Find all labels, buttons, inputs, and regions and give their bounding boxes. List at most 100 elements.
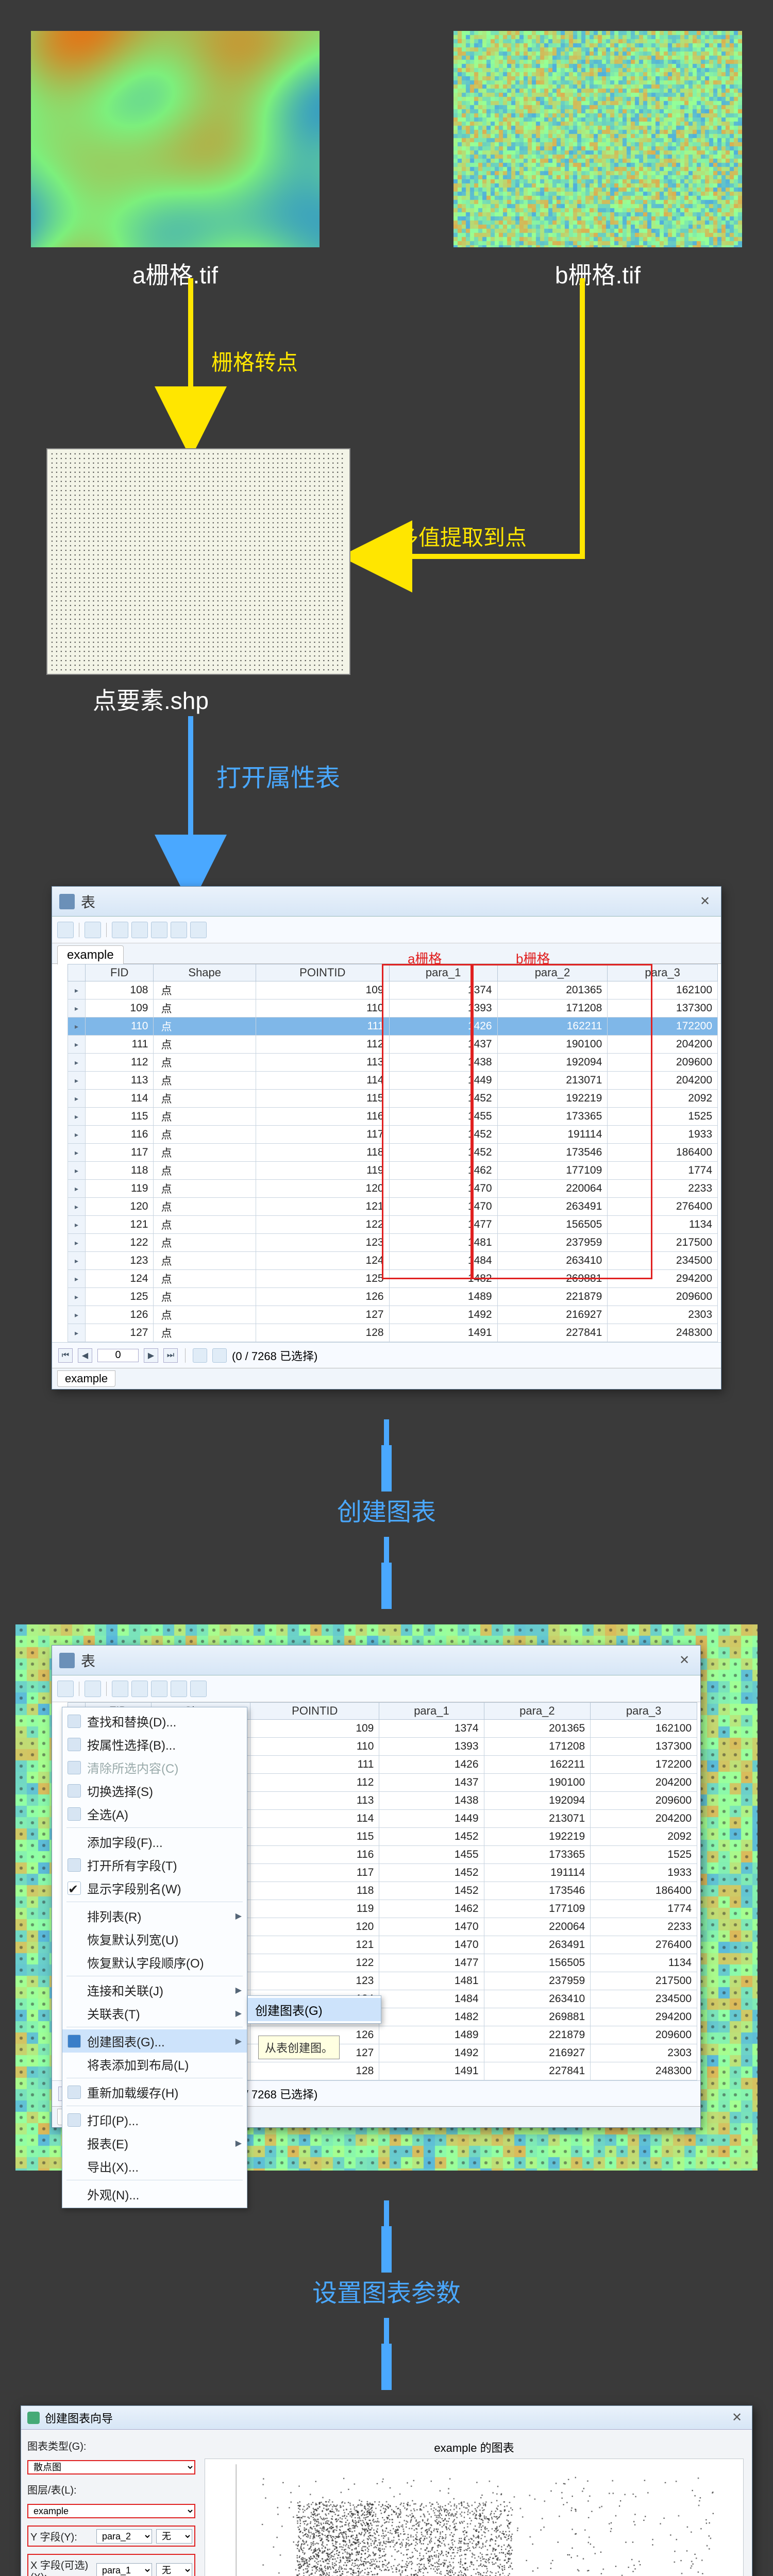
table-row[interactable]: ▸116点11714521911141933 [68,1126,718,1144]
point-grid-image [46,448,350,675]
mi-selall[interactable]: 全选(A) [62,1802,247,1825]
tb-btn-2[interactable] [85,922,101,938]
mi-reload[interactable]: 重新加载缓存(H) [62,2080,247,2104]
window-titlebar[interactable]: 表 ✕ [52,887,721,917]
layer-select[interactable]: example [27,2504,195,2518]
mi-addfield[interactable]: 添加字段(F)... [62,1830,247,1853]
nav-sel-toggle-2[interactable] [212,1348,227,1363]
table-row[interactable]: ▸111点1121437190100204200 [68,1036,718,1054]
table-row[interactable]: ▸122点1231481237959217500 [68,1234,718,1252]
mi-openall[interactable]: 打开所有字段(T) [62,1853,247,1876]
table-row[interactable]: ▸125点1261489221879209600 [68,1288,718,1306]
table-row[interactable]: ▸110点1111426162211172200 [68,1018,718,1036]
graph-type-select[interactable]: 散点图 [27,2460,195,2475]
column-header[interactable]: Shape [154,964,256,981]
table2-toolbar [52,1675,700,1702]
column-header[interactable]: para_3 [608,964,718,981]
column-header[interactable]: POINTID [256,964,389,981]
window2-titlebar[interactable]: 表 ✕ [52,1646,700,1675]
mi-export[interactable]: 导出(X)... [62,2155,247,2178]
table-row[interactable]: ▸124点1251482269881294200 [68,1270,718,1288]
wizard-close-button[interactable]: ✕ [728,2409,746,2427]
mi-resetorder[interactable]: 恢复默认字段顺序(O) [62,1951,247,1974]
tab-example[interactable]: example [57,945,124,964]
mi-alias[interactable]: ✔显示字段别名(W) [62,1876,247,1900]
bottom-tab[interactable]: example [57,1370,115,1387]
mi-resetwidth[interactable]: 恢复默认列宽(U) [62,1927,247,1951]
mi-appear[interactable]: 外观(N)... [62,2182,247,2206]
tb-btn-5[interactable] [151,922,167,938]
select-icon [68,1738,81,1751]
tb2-6[interactable] [171,1681,187,1697]
tooltip-create-chart: 从表创建图。 [258,2036,340,2059]
point-grid-label: 点要素.shp [93,682,773,716]
table-row[interactable]: ▸120点1211470263491276400 [68,1198,718,1216]
column-header[interactable]: para_1 [379,1703,484,1720]
mi-find[interactable]: 查找和替换(D)... [62,1709,247,1733]
nav-sel-toggle-1[interactable] [193,1348,207,1363]
arrow-multi-extract-label: 多值提取到点 [397,520,527,552]
table-row[interactable]: ▸121点12214771565051134 [68,1216,718,1234]
close-button-2[interactable]: ✕ [676,1652,693,1669]
mi-switch[interactable]: 切换选择(S) [62,1779,247,1802]
yfield-select[interactable]: para_2 [96,2529,152,2544]
table-options-button[interactable] [57,922,74,938]
tb-btn-4[interactable] [131,922,148,938]
raster-a-label: a栅格.tif [31,257,320,291]
arrow-raster-to-point-label: 栅格转点 [211,345,298,377]
mi-join[interactable]: 连接和关联(J)▶ [62,1978,247,2002]
yexcl-select[interactable]: 无 [156,2529,192,2544]
nav-first[interactable]: ⏮ [58,1348,73,1363]
table-row[interactable]: ▸119点12014702200642233 [68,1180,718,1198]
find-icon [68,1715,81,1728]
table-row[interactable]: ▸123点1241484263410234500 [68,1252,718,1270]
tb2-2[interactable] [85,1681,101,1697]
mi-chart[interactable]: 创建图表(G)...▶ [62,2029,247,2053]
xfield-select[interactable]: para_1 [96,2563,152,2576]
column-header[interactable]: para_2 [484,1703,591,1720]
tb2-4[interactable] [131,1681,148,1697]
chart-wizard-window: 创建图表向导 ✕ 图表类型(G): 散点图 图层/表(L): example Y… [21,2405,752,2576]
wizard-titlebar[interactable]: 创建图表向导 ✕ [21,2406,752,2430]
table-row[interactable]: ▸112点1131438192094209600 [68,1054,718,1072]
xexcl-select[interactable]: 无 [156,2563,192,2576]
tb-btn-3[interactable] [112,922,128,938]
mi-byattr[interactable]: 按属性选择(B)... [62,1733,247,1756]
tb-btn-7[interactable] [190,922,207,938]
table2-options-button[interactable] [57,1681,74,1697]
attribute-table-window-1: 表 ✕ example a栅格 b栅格 FIDShapePOINTIDpara_… [52,886,721,1389]
nav-row-input[interactable] [97,1349,139,1362]
tb-btn-6[interactable] [171,922,187,938]
table-row[interactable]: ▸117点1181452173546186400 [68,1144,718,1162]
table-row[interactable]: ▸108点1091374201365162100 [68,981,718,999]
mi-sort[interactable]: 排列表(R)▶ [62,1904,247,1927]
nav-last[interactable]: ⏭ [163,1348,178,1363]
mi-clearsel: 清除所选内容(C) [62,1756,247,1779]
column-header[interactable]: para_3 [591,1703,697,1720]
close-button[interactable]: ✕ [696,893,714,910]
tb2-7[interactable] [190,1681,207,1697]
tb2-5[interactable] [151,1681,167,1697]
table-row[interactable]: ▸109点1101393171208137300 [68,999,718,1018]
tb2-3[interactable] [112,1681,128,1697]
column-header[interactable]: para_1 [389,964,497,981]
table-row[interactable]: ▸118点11914621771091774 [68,1162,718,1180]
nav-prev[interactable]: ◀ [78,1348,92,1363]
table-row[interactable]: ▸126点12714922169272303 [68,1306,718,1324]
mi-report[interactable]: 报表(E)▶ [62,2131,247,2155]
mi-print[interactable]: 打印(P)... [62,2108,247,2131]
mi-related[interactable]: 关联表(T)▶ [62,2002,247,2025]
table-row[interactable]: ▸115点11614551733651525 [68,1108,718,1126]
mi-addlayout[interactable]: 将表添加到布局(L) [62,2053,247,2076]
context-menu: 查找和替换(D)... 按属性选择(B)... 清除所选内容(C) 切换选择(S… [62,1707,247,2208]
table-row[interactable]: ▸113点1141449213071204200 [68,1072,718,1090]
column-header[interactable]: FID [86,964,154,981]
table-row[interactable]: ▸114点11514521922192092 [68,1090,718,1108]
column-header[interactable]: POINTID [250,1703,379,1720]
table-row[interactable]: ▸127点1281491227841248300 [68,1324,718,1342]
raster-a-image: a栅格.tif [31,31,320,263]
nav-strip: ⏮ ◀ ▶ ⏭ (0 / 7268 已选择) [52,1342,721,1368]
submenu-create-chart[interactable]: 创建图表(G) [248,1998,381,2021]
nav-next[interactable]: ▶ [144,1348,158,1363]
column-header[interactable]: para_2 [497,964,608,981]
